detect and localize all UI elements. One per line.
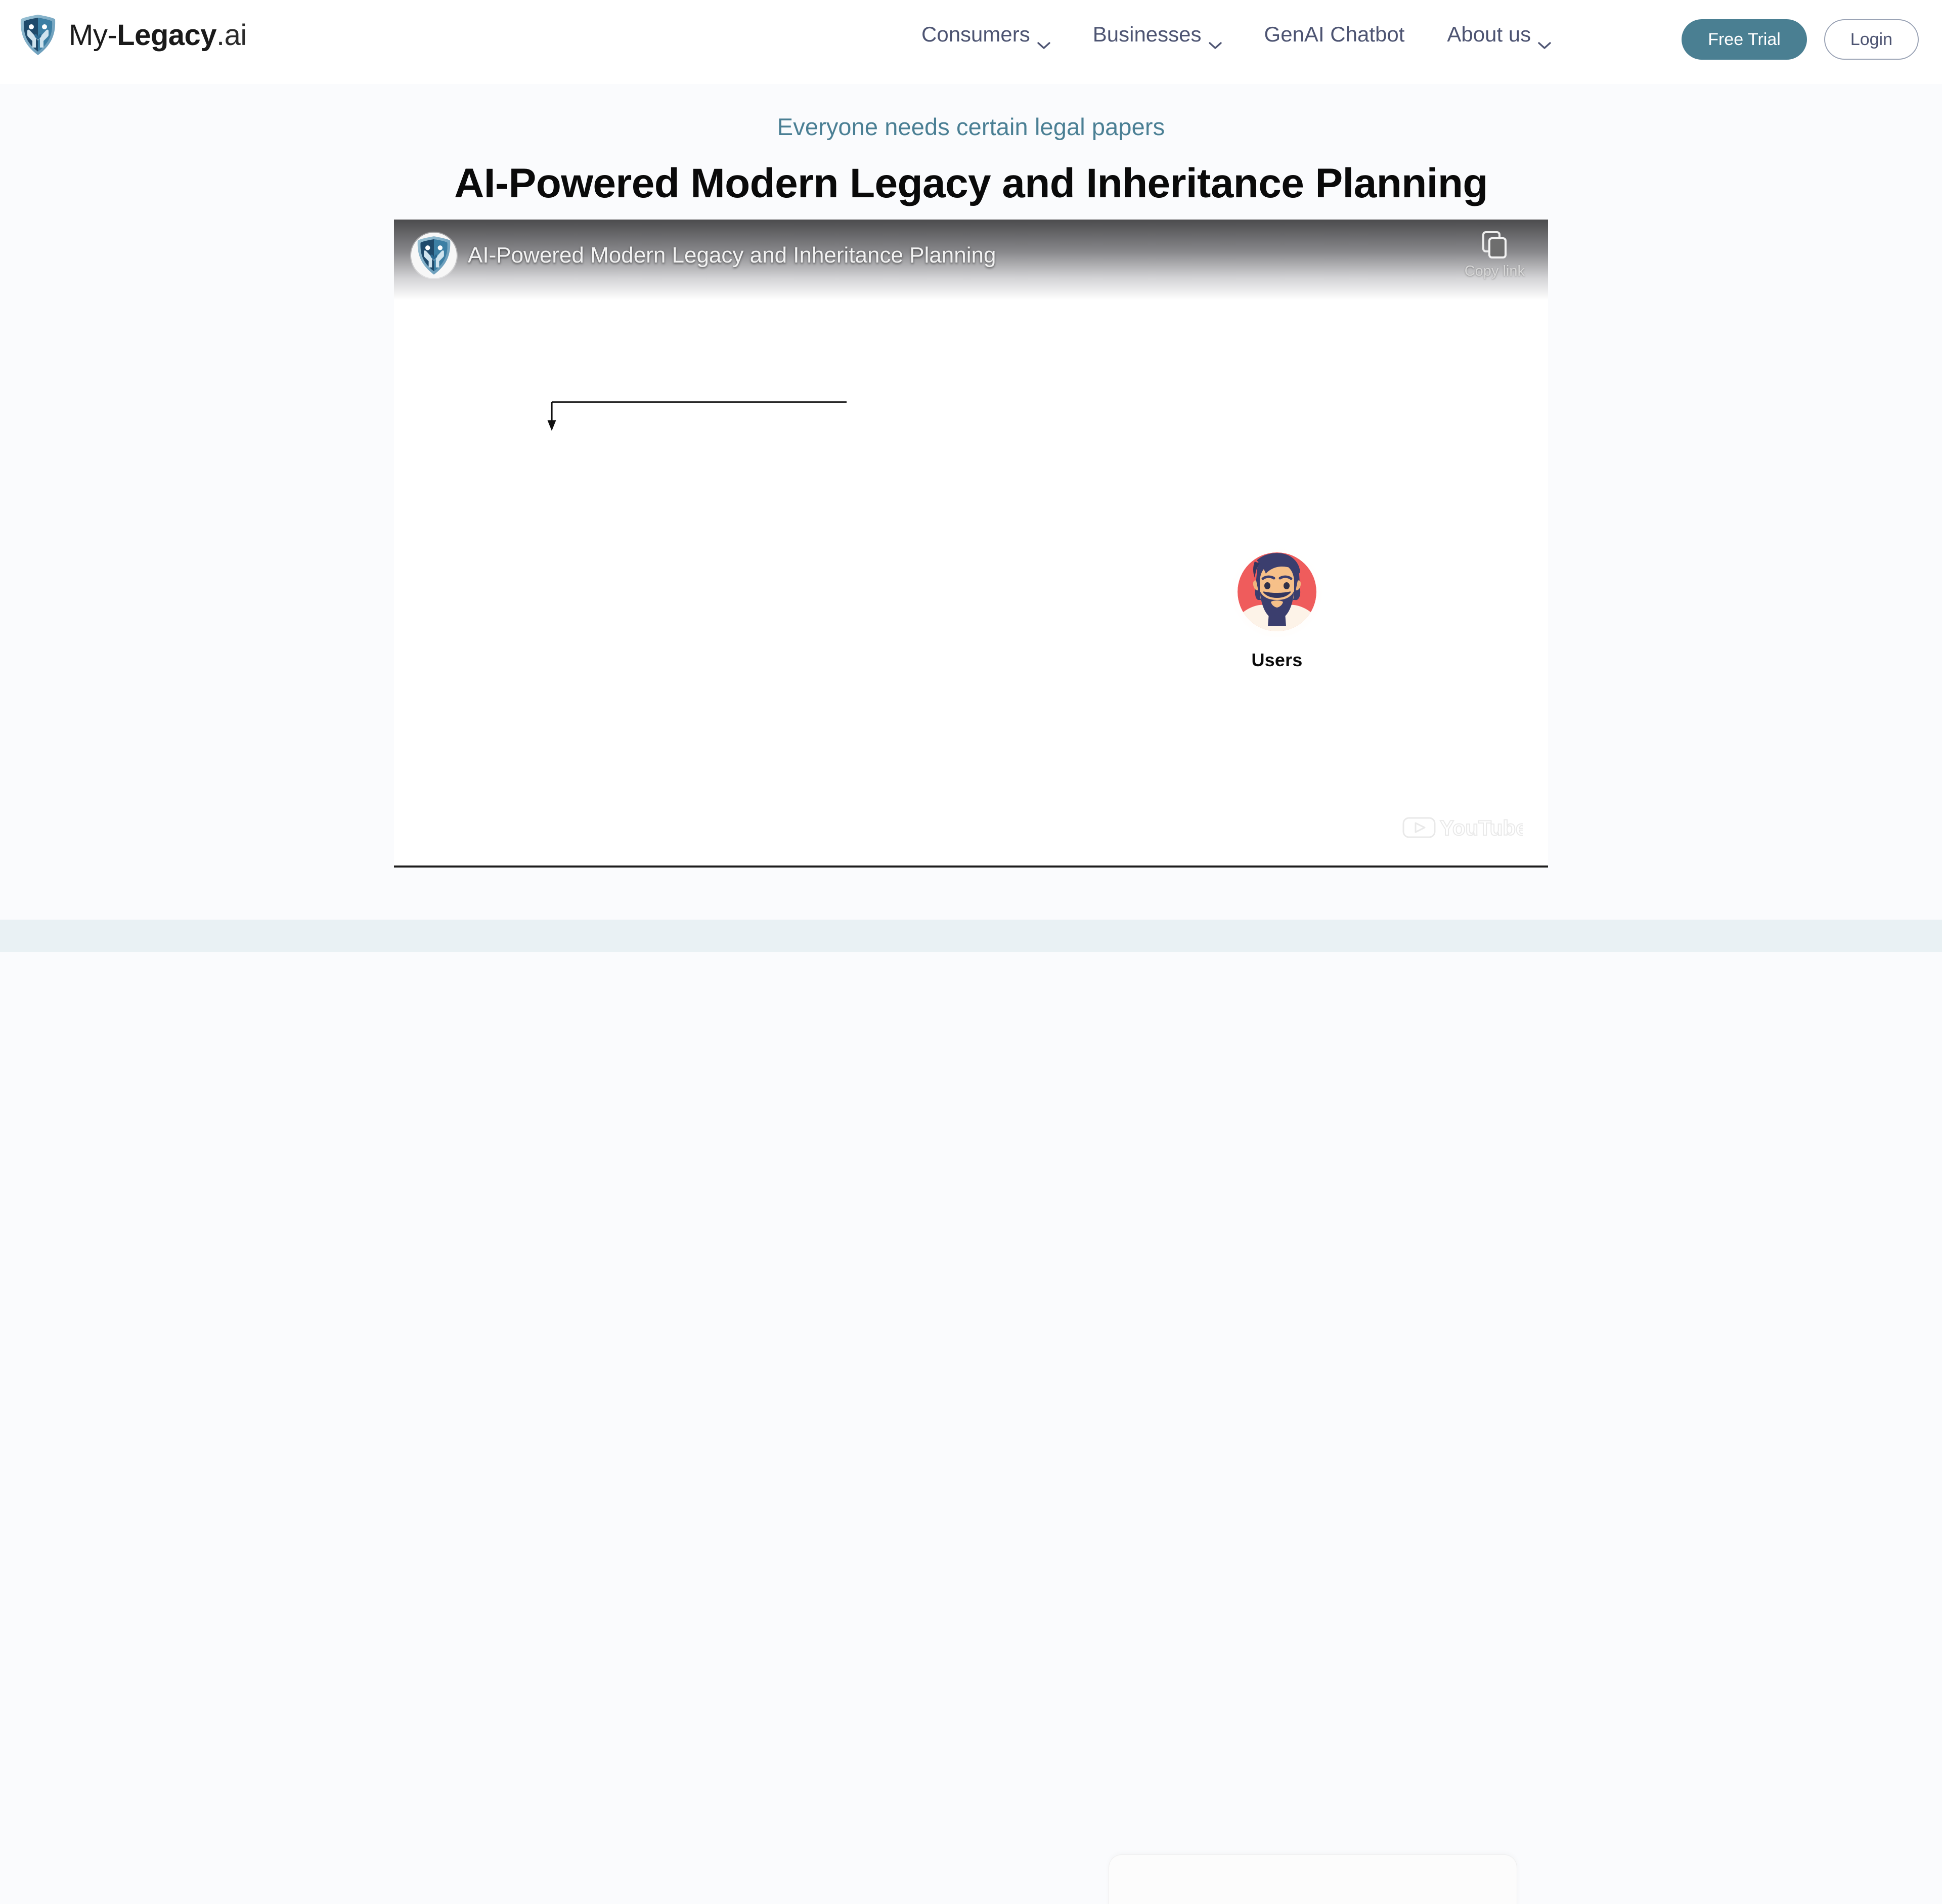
chevron-down-icon (1037, 30, 1050, 49)
nav-item-about-us[interactable]: About us (1426, 22, 1572, 49)
shield-people-logo-icon (411, 233, 457, 278)
nav-item-genai-chatbot[interactable]: GenAI Chatbot (1243, 22, 1426, 47)
copy-icon (1481, 231, 1508, 260)
hero-eyebrow: Everyone needs certain legal papers (777, 113, 1165, 140)
copy-link-button[interactable]: Copy link (1465, 231, 1525, 280)
next-section-band (0, 920, 1942, 1904)
header-actions: Free Trial Login (1682, 19, 1919, 60)
chevron-down-icon (1208, 30, 1222, 49)
nav-item-label: Consumers (921, 22, 1030, 46)
copy-link-label: Copy link (1464, 263, 1525, 279)
brand-suffix: .ai (216, 18, 247, 52)
shield-people-logo-icon (19, 14, 57, 56)
nav-item-consumers[interactable]: Consumers (900, 22, 1072, 49)
main-navigation: Consumers Businesses GenAI Chatbot About… (900, 22, 1572, 49)
nav-item-label: Businesses (1092, 22, 1202, 46)
hero-section: Everyone needs certain legal papers AI-P… (0, 84, 1942, 207)
nav-item-label: GenAI Chatbot (1264, 22, 1405, 46)
brand-prefix: My- (69, 18, 117, 52)
free-trial-button[interactable]: Free Trial (1682, 19, 1807, 60)
login-button[interactable]: Login (1824, 19, 1919, 60)
youtube-video-player[interactable]: Users YouTube AI-Powered Modern Legacy a… (394, 220, 1548, 868)
brand-logo-link[interactable]: My-Legacy.ai (19, 14, 247, 56)
player-top-bar: AI-Powered Modern Legacy and Inheritance… (394, 220, 1548, 300)
diagram-node-label: Users (1251, 650, 1303, 670)
bearded-man-avatar-icon (1226, 541, 1328, 642)
video-canvas[interactable]: Users YouTube (394, 220, 1548, 866)
video-title: AI-Powered Modern Legacy and Inheritance… (468, 243, 996, 268)
next-section-card[interactable] (1109, 1854, 1517, 1904)
chevron-down-icon (1538, 30, 1551, 49)
brand-text: My-Legacy.ai (69, 18, 247, 52)
diagram-node-users[interactable]: Users (1224, 541, 1330, 671)
site-header: My-Legacy.ai Consumers Businesses GenAI … (0, 0, 1942, 84)
diagram-connectors (547, 401, 847, 431)
page-title: AI-Powered Modern Legacy and Inheritance… (454, 160, 1488, 206)
nav-item-label: About us (1447, 22, 1531, 46)
player-channel-link[interactable]: AI-Powered Modern Legacy and Inheritance… (411, 233, 996, 278)
nav-item-businesses[interactable]: Businesses (1072, 22, 1243, 49)
arrowhead-icon (547, 420, 556, 431)
brand-strong: Legacy (117, 18, 217, 52)
